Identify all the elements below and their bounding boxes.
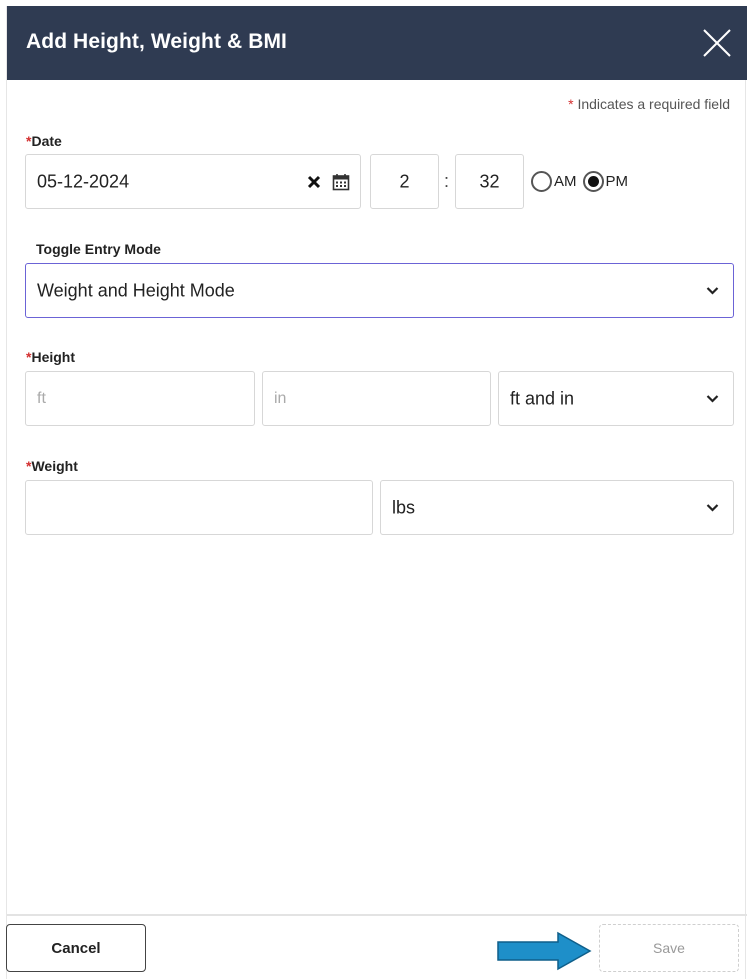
weight-label: *Weight — [26, 458, 78, 474]
hour-input[interactable]: 2 — [370, 154, 439, 209]
save-button[interactable]: Save — [599, 924, 739, 972]
date-value: 05-12-2024 — [37, 171, 130, 191]
close-button[interactable] — [697, 23, 737, 63]
height-feet-input[interactable]: ft — [25, 371, 255, 426]
pm-label: PM — [605, 173, 629, 190]
entry-mode-select[interactable]: Weight and Height Mode — [25, 263, 734, 318]
height-label: *Height — [26, 349, 75, 365]
am-pm-group: AM PM — [531, 171, 628, 192]
height-inches-placeholder: in — [274, 389, 287, 407]
am-radio[interactable] — [531, 171, 552, 192]
weight-unit-value: lbs — [392, 497, 416, 517]
clear-date-icon[interactable] — [306, 174, 322, 190]
required-field-note: * Indicates a required field — [568, 96, 730, 112]
height-unit-value: ft and in — [510, 388, 575, 408]
hour-value: 2 — [399, 171, 410, 191]
weight-unit-select[interactable]: lbs — [380, 480, 734, 535]
arrow-right-icon — [497, 931, 592, 971]
date-label-text: Date — [31, 133, 62, 149]
chevron-down-icon — [706, 394, 719, 403]
dialog-title: Add Height, Weight & BMI — [26, 30, 287, 53]
time-separator: : — [444, 171, 450, 191]
height-inches-input[interactable]: in — [262, 371, 491, 426]
date-label: *Date — [26, 133, 62, 149]
dialog-header: Add Height, Weight & BMI — [7, 6, 747, 80]
chevron-down-icon — [706, 503, 719, 512]
entry-mode-label: Toggle Entry Mode — [36, 241, 161, 257]
entry-mode-value: Weight and Height Mode — [37, 280, 235, 300]
close-icon — [703, 29, 731, 57]
bmi-dialog: Add Height, Weight & BMI * Indicates a r… — [6, 6, 747, 979]
minute-input[interactable]: 32 — [455, 154, 524, 209]
height-feet-placeholder: ft — [37, 389, 46, 407]
height-unit-select[interactable]: ft and in — [498, 371, 734, 426]
height-label-text: Height — [31, 349, 76, 365]
pm-radio[interactable] — [582, 171, 604, 192]
minute-value: 32 — [479, 171, 500, 191]
chevron-down-icon — [706, 286, 719, 295]
cancel-button[interactable]: Cancel — [6, 924, 146, 972]
calendar-icon[interactable] — [332, 173, 350, 191]
required-note-text: Indicates a required field — [573, 96, 730, 112]
am-label: AM — [554, 173, 577, 190]
date-input[interactable]: 05-12-2024 — [25, 154, 361, 209]
footer-divider — [7, 914, 747, 916]
weight-input[interactable] — [25, 480, 373, 535]
weight-label-text: Weight — [31, 458, 78, 474]
